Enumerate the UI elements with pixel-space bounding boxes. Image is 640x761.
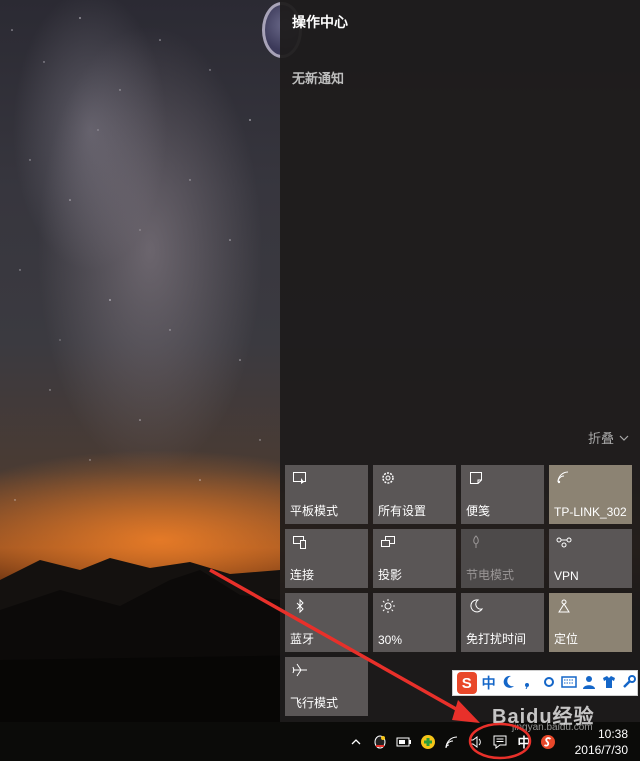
quick-action-label: 投影 — [378, 568, 403, 582]
wifi-icon — [555, 469, 573, 487]
quick-action-label: TP-LINK_302 — [554, 505, 627, 519]
volume-icon[interactable] — [464, 722, 488, 761]
user-icon[interactable] — [581, 675, 597, 692]
quick-action-label: 免打扰时间 — [466, 632, 527, 646]
quick-action-sticky-notes[interactable]: 便笺 — [461, 465, 544, 524]
voice-icon[interactable] — [541, 675, 557, 692]
moon-icon[interactable] — [501, 675, 517, 692]
qq-icon[interactable] — [368, 722, 392, 761]
location-icon — [555, 597, 573, 615]
wrench-icon[interactable] — [621, 674, 637, 692]
clock-date: 2016/7/30 — [574, 742, 628, 757]
quick-action-label: 飞行模式 — [290, 696, 339, 710]
quick-action-vpn[interactable]: VPN — [549, 529, 632, 588]
quick-action-tablet-mode[interactable]: 平板模式 — [285, 465, 368, 524]
baidu-watermark-url: jingyan.baidu.com — [512, 722, 593, 733]
quick-action-bluetooth[interactable]: 蓝牙 — [285, 593, 368, 652]
bluetooth-icon — [291, 597, 309, 615]
quick-action-label: 连接 — [290, 568, 315, 582]
quick-action-label: 所有设置 — [378, 504, 427, 518]
sogou-logo-icon[interactable]: S — [457, 672, 477, 694]
screen: 操作中心 无新通知 折叠 平板模式 所有设置 便笺 TP-LINK_302 连接… — [0, 0, 640, 761]
quick-action-label: 节电模式 — [466, 568, 515, 582]
quick-action-location[interactable]: 定位 — [549, 593, 632, 652]
starfield — [11, 17, 261, 501]
punctuation-icon[interactable] — [521, 675, 537, 692]
skin-icon[interactable] — [601, 675, 617, 692]
keyboard-icon[interactable] — [561, 675, 577, 691]
quick-action-connect[interactable]: 连接 — [285, 529, 368, 588]
quick-action-all-settings[interactable]: 所有设置 — [373, 465, 456, 524]
battery-icon[interactable] — [392, 722, 416, 761]
quick-action-label: 30% — [378, 633, 403, 647]
moon-icon — [467, 597, 485, 615]
show-hidden-icons-chevron-icon[interactable] — [344, 722, 368, 761]
project-icon — [379, 533, 397, 551]
wifi-icon[interactable] — [440, 722, 464, 761]
quick-action-project[interactable]: 投影 — [373, 529, 456, 588]
collapse-label: 折叠 — [587, 431, 614, 446]
quick-action-label: VPN — [554, 569, 579, 583]
tablet-mode-icon — [291, 469, 309, 487]
brightness-icon — [379, 597, 397, 615]
security-app-icon[interactable] — [416, 722, 440, 761]
quick-action-label: 定位 — [554, 632, 579, 646]
quick-action-label: 平板模式 — [290, 504, 339, 518]
battery-saver-icon — [467, 533, 485, 551]
quick-action-brightness[interactable]: 30% — [373, 593, 456, 652]
ime-toolbar[interactable]: S 中 — [452, 670, 638, 696]
note-icon — [467, 469, 485, 487]
quick-action-airplane-mode[interactable]: 飞行模式 — [285, 657, 368, 716]
vpn-icon — [555, 533, 573, 551]
quick-action-label: 蓝牙 — [290, 632, 315, 646]
connect-icon — [291, 533, 309, 551]
quick-action-quiet-hours[interactable]: 免打扰时间 — [461, 593, 544, 652]
chevron-down-icon — [619, 435, 629, 441]
airplane-icon — [291, 661, 309, 679]
quick-action-battery-saver[interactable]: 节电模式 — [461, 529, 544, 588]
ime-mode-toggle[interactable]: 中 — [481, 673, 497, 693]
gear-icon — [379, 469, 397, 487]
quick-action-label: 便笺 — [466, 504, 491, 518]
action-center-panel: 操作中心 无新通知 折叠 平板模式 所有设置 便笺 TP-LINK_302 连接… — [280, 0, 640, 722]
action-center-title: 操作中心 — [292, 14, 348, 30]
collapse-button[interactable]: 折叠 — [588, 428, 630, 447]
no-notifications-text: 无新通知 — [292, 71, 345, 86]
quick-action-wifi[interactable]: TP-LINK_302 — [549, 465, 632, 524]
